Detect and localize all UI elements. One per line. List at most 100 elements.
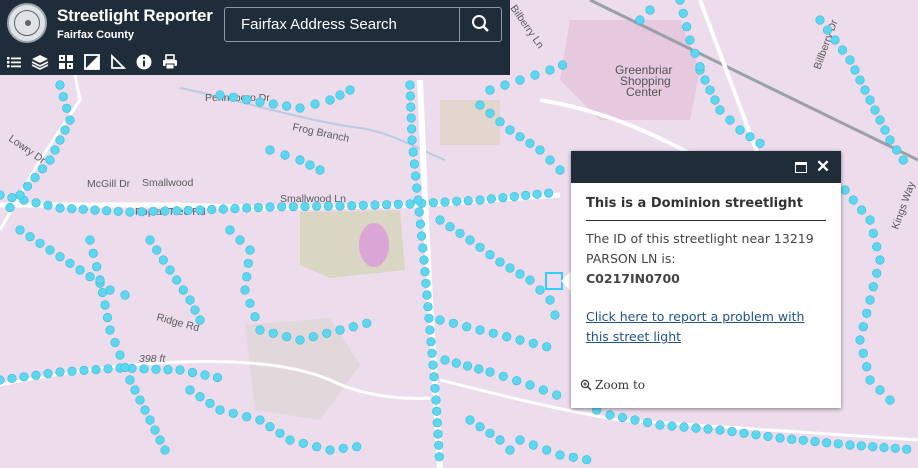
streetlight-point[interactable] <box>268 99 278 109</box>
streetlight-point[interactable] <box>872 242 882 252</box>
streetlight-point[interactable] <box>532 189 542 199</box>
streetlight-point[interactable] <box>642 417 653 428</box>
streetlight-point[interactable] <box>285 435 295 445</box>
streetlight-point[interactable] <box>865 95 875 105</box>
streetlight-point[interactable] <box>552 390 562 400</box>
streetlight-point[interactable] <box>183 205 193 215</box>
streetlight-point[interactable] <box>282 101 292 111</box>
streetlight-point[interactable] <box>405 80 415 90</box>
search-input[interactable] <box>225 8 460 41</box>
streetlight-point[interactable] <box>543 188 554 198</box>
streetlight-point[interactable] <box>690 48 700 58</box>
streetlight-point[interactable] <box>415 219 426 229</box>
streetlight-point[interactable] <box>452 196 462 206</box>
streetlight-point[interactable] <box>810 436 820 447</box>
streetlight-point[interactable] <box>92 262 102 272</box>
streetlight-point[interactable] <box>195 205 205 215</box>
streetlight-point[interactable] <box>240 285 250 295</box>
streetlight-point[interactable] <box>424 313 434 323</box>
streetlight-point[interactable] <box>830 35 840 45</box>
streetlight-point[interactable] <box>421 278 431 288</box>
streetlight-point[interactable] <box>880 125 890 135</box>
streetlight-point[interactable] <box>43 200 53 210</box>
streetlight-point[interactable] <box>55 203 65 213</box>
report-problem-link[interactable]: Click here to report a problem with this… <box>586 307 831 347</box>
streetlight-point[interactable] <box>837 45 848 55</box>
streetlight-point[interactable] <box>902 444 912 454</box>
streetlight-point[interactable] <box>495 117 505 127</box>
streetlight-point[interactable] <box>495 257 505 267</box>
streetlight-point[interactable] <box>45 155 55 165</box>
streetlight-point[interactable] <box>655 420 665 430</box>
streetlight-point[interactable] <box>205 398 215 408</box>
streetlight-point[interactable] <box>879 442 889 453</box>
streetlight-point[interactable] <box>682 22 692 32</box>
streetlight-point[interactable] <box>418 243 428 253</box>
streetlight-point[interactable] <box>268 328 278 338</box>
streetlight-point[interactable] <box>486 194 497 204</box>
streetlight-point[interactable] <box>90 205 100 215</box>
streetlight-point[interactable] <box>885 135 895 145</box>
streetlight-point[interactable] <box>515 132 525 142</box>
streetlight-point[interactable] <box>135 395 145 405</box>
streetlight-point[interactable] <box>190 305 200 315</box>
streetlight-point[interactable] <box>485 428 495 438</box>
streetlight-point[interactable] <box>751 430 761 440</box>
streetlight-point[interactable] <box>195 392 205 402</box>
streetlight-point[interactable] <box>875 255 885 265</box>
streetlight-point[interactable] <box>310 99 320 109</box>
streetlight-point[interactable] <box>868 228 878 238</box>
streetlight-point[interactable] <box>557 60 568 70</box>
streetlight-point[interactable] <box>500 80 510 90</box>
streetlight-point[interactable] <box>265 422 275 432</box>
streetlight-point[interactable] <box>475 242 485 252</box>
streetlight-point[interactable] <box>505 445 515 455</box>
streetlight-point[interactable] <box>509 192 519 202</box>
streetlight-point[interactable] <box>300 201 310 212</box>
streetlight-point[interactable] <box>55 252 65 262</box>
streetlight-point[interactable] <box>125 207 135 217</box>
streetlight-point[interactable] <box>475 422 485 432</box>
streetlight-point[interactable] <box>525 138 535 148</box>
streetlight-point[interactable] <box>315 165 325 175</box>
streetlight-point[interactable] <box>833 439 843 449</box>
streetlight-point[interactable] <box>151 364 161 374</box>
streetlight-point[interactable] <box>288 202 298 212</box>
streetlight-point[interactable] <box>50 145 60 155</box>
streetlight-point[interactable] <box>370 200 380 210</box>
streetlight-point[interactable] <box>407 124 417 134</box>
streetlight-point[interactable] <box>185 295 195 305</box>
streetlight-point[interactable] <box>645 5 655 15</box>
streetlight-point[interactable] <box>65 115 75 125</box>
streetlight-point[interactable] <box>485 85 495 95</box>
streetlight-point[interactable] <box>245 298 255 308</box>
streetlight-point[interactable] <box>428 360 438 370</box>
streetlight-point[interactable] <box>55 80 65 90</box>
streetlight-point[interactable] <box>822 438 832 448</box>
streetlight-point[interactable] <box>88 248 98 258</box>
streetlight-point[interactable] <box>282 332 292 342</box>
streetlight-point[interactable] <box>105 325 115 335</box>
streetlight-point[interactable] <box>485 367 495 377</box>
streetlight-point[interactable] <box>195 315 205 325</box>
streetlight-point[interactable] <box>485 108 495 118</box>
streetlight-point[interactable] <box>475 325 485 335</box>
streetlight-point[interactable] <box>485 250 495 260</box>
streetlight-point[interactable] <box>158 255 168 265</box>
streetlight-point[interactable] <box>555 450 565 460</box>
streetlight-point[interactable] <box>535 285 545 295</box>
streetlight-point[interactable] <box>727 427 737 437</box>
streetlight-point[interactable] <box>78 204 88 214</box>
streetlight-point[interactable] <box>172 206 182 216</box>
streetlight-point[interactable] <box>295 335 305 345</box>
streetlight-point[interactable] <box>530 70 540 80</box>
streetlight-point[interactable] <box>25 232 35 242</box>
streetlight-point[interactable] <box>187 367 198 378</box>
streetlight-point[interactable] <box>855 335 865 345</box>
streetlight-point[interactable] <box>710 95 720 105</box>
streetlight-point[interactable] <box>550 310 560 320</box>
streetlight-point[interactable] <box>110 337 120 348</box>
streetlight-point[interactable] <box>200 370 210 380</box>
streetlight-point[interactable] <box>890 443 900 453</box>
streetlight-point[interactable] <box>255 325 265 335</box>
